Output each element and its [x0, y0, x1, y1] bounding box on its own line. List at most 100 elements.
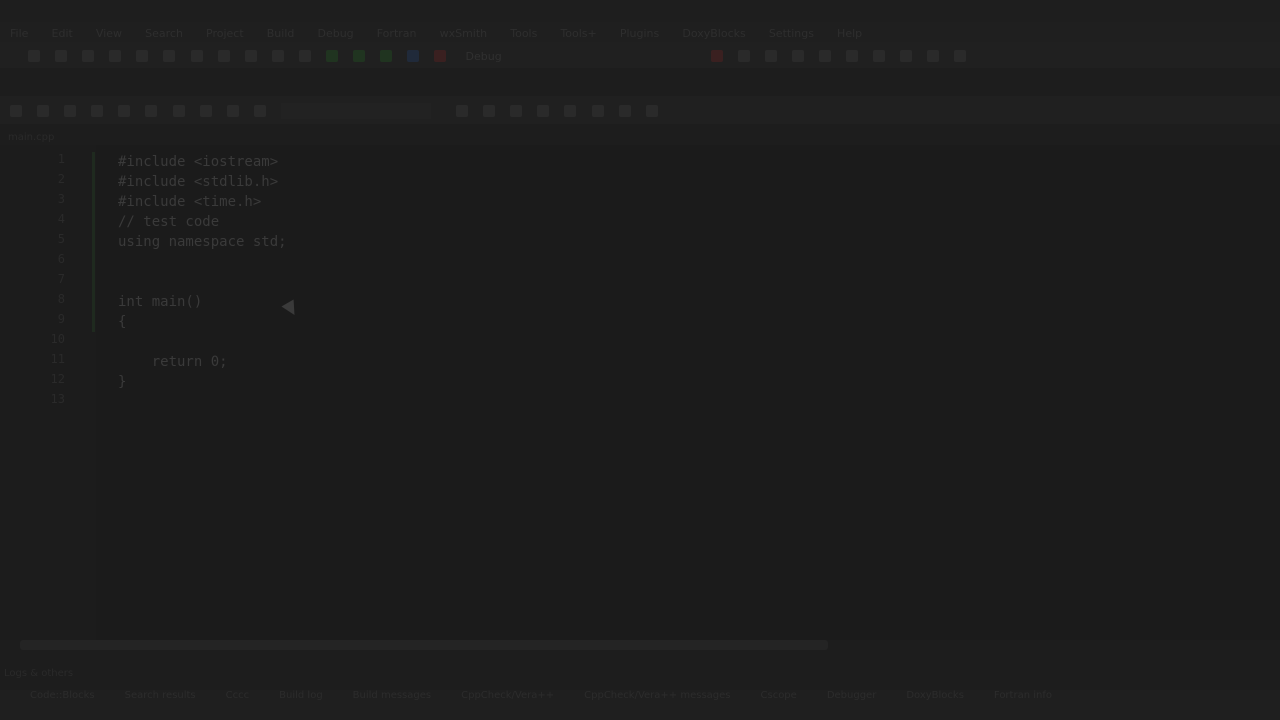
run-icon[interactable] — [353, 49, 366, 62]
build-target-select[interactable]: Debug — [466, 44, 586, 70]
debug-run-to-cursor-icon[interactable] — [737, 49, 750, 62]
menu-item-build[interactable]: Build — [267, 24, 295, 44]
menu-item-view[interactable]: View — [96, 24, 122, 44]
tab-cccc[interactable]: Cccc — [226, 690, 249, 706]
code-line[interactable]: #include <time.h> — [118, 192, 261, 212]
menu-item-project[interactable]: Project — [206, 24, 244, 44]
rebuild-icon[interactable] — [407, 49, 420, 62]
line-number: 5 — [57, 232, 65, 246]
debug-step-into-icon[interactable] — [791, 49, 804, 62]
code-line[interactable]: { — [118, 312, 126, 332]
prev-bookmark-icon[interactable] — [199, 104, 212, 117]
zoom-out-icon[interactable] — [645, 104, 658, 117]
tab-cppcheck[interactable]: CppCheck/Vera++ — [461, 690, 554, 706]
save-all-icon[interactable] — [109, 49, 122, 62]
tab-cppcheck-messages[interactable]: CppCheck/Vera++ messages — [584, 690, 730, 706]
debug-next-line-icon[interactable] — [764, 49, 777, 62]
change-marker — [92, 192, 95, 212]
code-line[interactable]: return 0; — [118, 352, 228, 372]
rect-tool-icon[interactable] — [564, 104, 577, 117]
menu-item-file[interactable]: File — [10, 24, 28, 44]
menu-item-tools-plus[interactable]: Tools+ — [560, 24, 596, 44]
menu-item-edit[interactable]: Edit — [52, 24, 73, 44]
change-marker — [92, 172, 95, 192]
cut-icon[interactable] — [190, 49, 203, 62]
jump-forward-icon[interactable] — [37, 104, 50, 117]
change-marker — [92, 232, 95, 252]
toggle-bookmark-icon[interactable] — [253, 104, 266, 117]
open-file-icon[interactable] — [55, 49, 68, 62]
code-line[interactable]: int main() — [118, 292, 202, 312]
change-marker — [92, 152, 95, 172]
tab-doxyblocks[interactable]: DoxyBlocks — [906, 690, 964, 706]
find-icon[interactable] — [271, 49, 284, 62]
select-icon[interactable] — [537, 104, 550, 117]
code-line[interactable]: #include <iostream> — [118, 152, 278, 172]
paste-icon[interactable] — [244, 49, 257, 62]
menu-item-doxyblocks[interactable]: DoxyBlocks — [682, 24, 745, 44]
menu-item-fortran[interactable]: Fortran — [377, 24, 417, 44]
main-toolbar: Debug — [0, 42, 1280, 68]
line-number: 3 — [57, 192, 65, 206]
horizontal-scrollbar[interactable] — [20, 640, 828, 650]
new-file-icon[interactable] — [28, 49, 40, 62]
debug-windows-icon[interactable] — [927, 49, 940, 62]
tab-cscope[interactable]: Cscope — [761, 690, 797, 706]
code-line[interactable]: #include <stdlib.h> — [118, 172, 278, 192]
line-number: 6 — [57, 252, 65, 266]
debug-start-icon[interactable] — [710, 49, 723, 62]
save-icon[interactable] — [82, 49, 95, 62]
change-marker — [92, 272, 95, 292]
abort-icon[interactable] — [434, 49, 447, 62]
tab-build-log[interactable]: Build log — [279, 690, 323, 706]
copy-icon[interactable] — [217, 49, 230, 62]
line-number: 12 — [50, 372, 65, 386]
text-tool-icon[interactable] — [591, 104, 604, 117]
debug-info-icon[interactable] — [954, 49, 967, 62]
menu-item-plugins[interactable]: Plugins — [620, 24, 659, 44]
comment-icon[interactable] — [64, 104, 77, 117]
replace-icon[interactable] — [298, 49, 311, 62]
editor-tab-main-cpp[interactable]: main.cpp — [0, 132, 88, 145]
tab-debugger[interactable]: Debugger — [827, 690, 877, 706]
highlight-icon[interactable] — [510, 104, 523, 117]
menu-item-wxsmith[interactable]: wxSmith — [440, 24, 488, 44]
debug-step-out-icon[interactable] — [818, 49, 831, 62]
code-completion-scope-select[interactable] — [280, 102, 431, 119]
stream-comment-icon[interactable] — [145, 104, 158, 117]
tab-codeblocks[interactable]: Code::Blocks — [30, 690, 95, 706]
regex-icon[interactable] — [456, 104, 469, 117]
debug-stop-icon[interactable] — [900, 49, 913, 62]
toggle-comment-icon[interactable] — [118, 104, 131, 117]
code-line[interactable]: using namespace std; — [118, 232, 287, 252]
title-bar — [0, 0, 1280, 22]
debug-pause-icon[interactable] — [873, 49, 886, 62]
tab-fortran-info[interactable]: Fortran info — [994, 690, 1052, 706]
box-comment-icon[interactable] — [172, 104, 185, 117]
menu-item-debug[interactable]: Debug — [317, 24, 353, 44]
bottom-panel-tabs: Code::Blocks Search results Cccc Build l… — [0, 690, 1280, 706]
menu-item-help[interactable]: Help — [837, 24, 862, 44]
undo-icon[interactable] — [136, 49, 149, 62]
menu-item-settings[interactable]: Settings — [769, 24, 814, 44]
change-marker — [92, 312, 95, 332]
menu-item-search[interactable]: Search — [145, 24, 183, 44]
redo-icon[interactable] — [163, 49, 176, 62]
debug-next-instruction-icon[interactable] — [846, 49, 859, 62]
uncomment-icon[interactable] — [91, 104, 104, 117]
change-marker — [92, 212, 95, 232]
zoom-in-icon[interactable] — [618, 104, 631, 117]
menu-item-tools[interactable]: Tools — [510, 24, 537, 44]
next-bookmark-icon[interactable] — [226, 104, 239, 117]
tab-build-messages[interactable]: Build messages — [353, 690, 431, 706]
line-number: 9 — [57, 312, 65, 326]
build-and-run-icon[interactable] — [380, 49, 393, 62]
line-number: 1 — [57, 152, 65, 166]
jump-back-icon[interactable] — [10, 104, 22, 117]
match-case-icon[interactable] — [483, 104, 496, 117]
tab-search-results[interactable]: Search results — [125, 690, 196, 706]
code-line[interactable]: } — [118, 372, 126, 392]
line-number: 2 — [57, 172, 65, 186]
build-icon[interactable] — [326, 49, 339, 62]
code-line[interactable]: // test code — [118, 212, 219, 232]
